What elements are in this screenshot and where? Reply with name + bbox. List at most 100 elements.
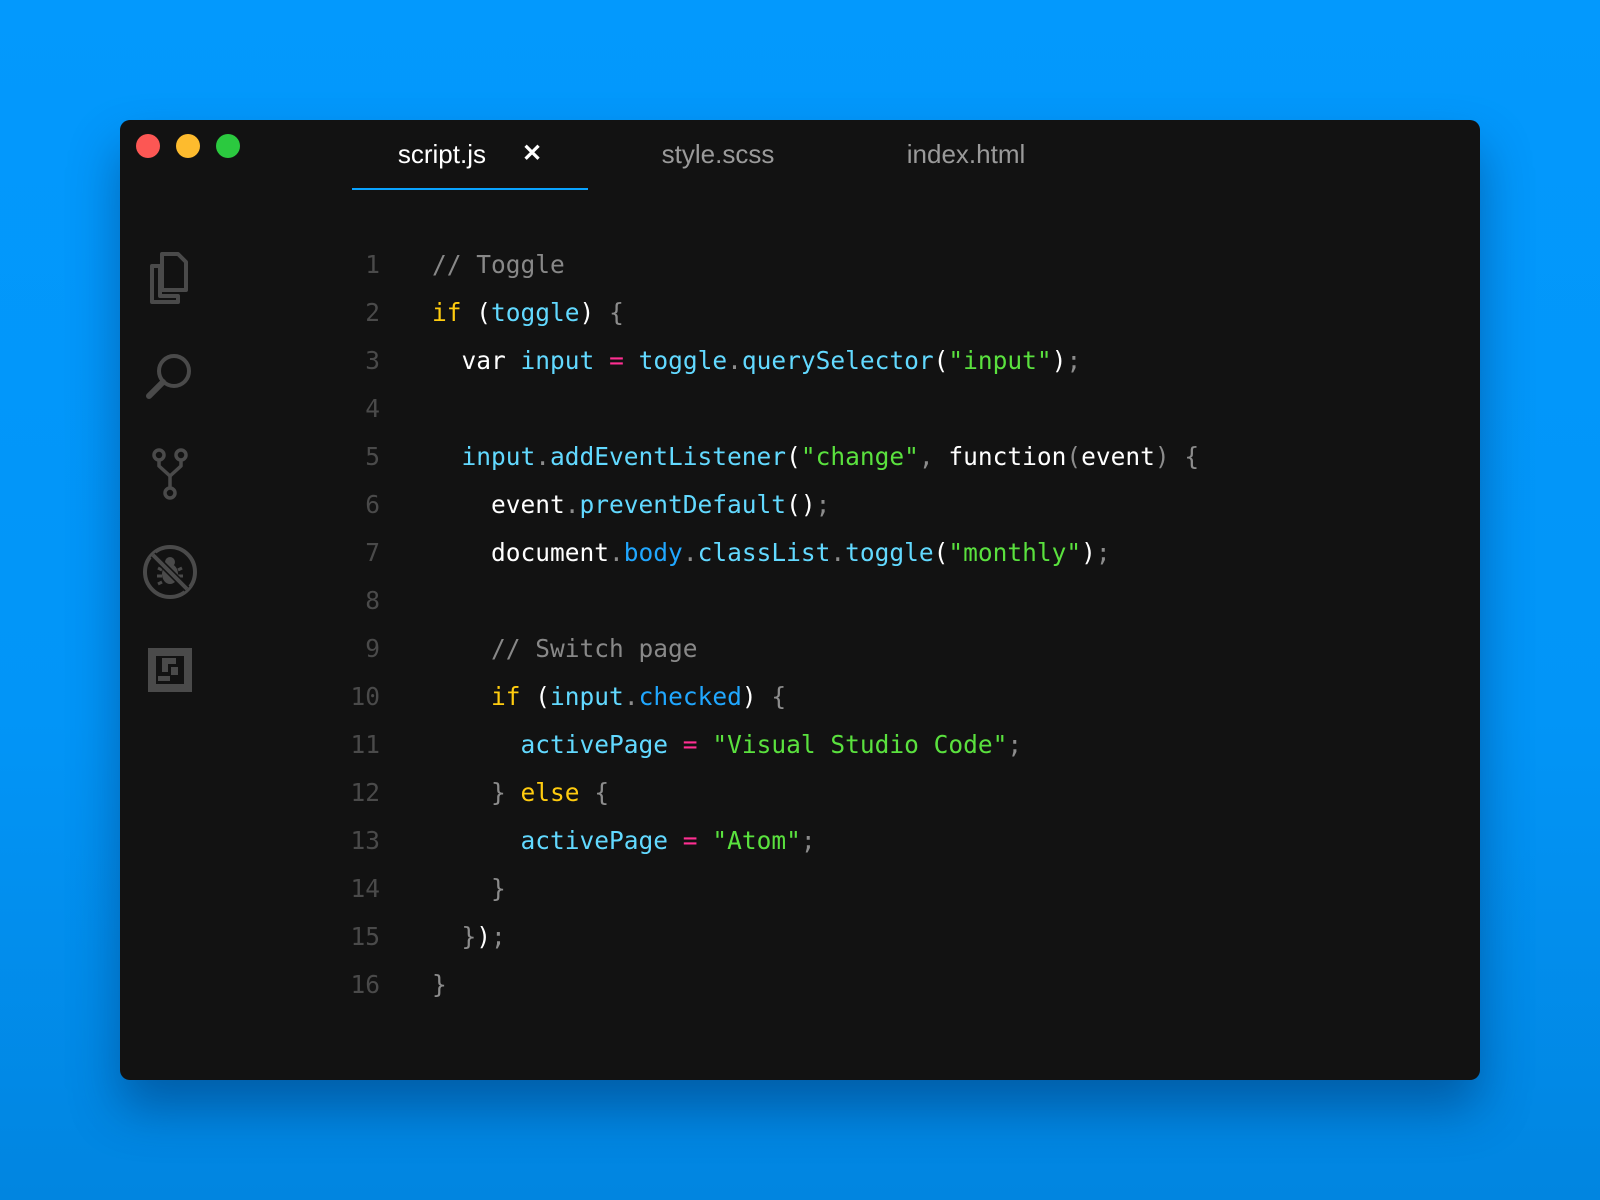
code-line[interactable]: 12 } else { — [340, 768, 1440, 816]
code-text: activePage = "Atom"; — [432, 826, 816, 855]
code-token: input — [520, 345, 595, 375]
code-token: if — [491, 681, 521, 711]
tab-style-scss[interactable]: style.scss — [588, 120, 848, 188]
code-text: event.preventDefault(); — [432, 490, 830, 519]
code-line[interactable]: 9 // Switch page — [340, 624, 1440, 672]
code-text: if (toggle) { — [432, 298, 624, 327]
code-text: document.body.classList.toggle("monthly"… — [432, 538, 1111, 567]
code-text: } else { — [432, 778, 609, 807]
code-token: ( — [461, 297, 492, 327]
code-token: ; — [800, 825, 816, 855]
line-number: 12 — [350, 777, 380, 807]
tab-label: script.js — [397, 138, 486, 169]
code-token: "change" — [800, 441, 919, 471]
code-text: } — [432, 970, 447, 999]
code-token: "monthly" — [948, 537, 1082, 567]
line-number: 11 — [350, 729, 380, 759]
code-line[interactable]: 13 activePage = "Atom"; — [340, 816, 1440, 864]
code-token: else — [520, 777, 580, 807]
code-token: . — [535, 441, 551, 471]
code-line[interactable]: 7 document.body.classList.toggle("monthl… — [340, 528, 1440, 576]
code-token: checked — [638, 681, 742, 711]
line-number: 8 — [365, 585, 380, 615]
code-line[interactable]: 4 — [340, 384, 1440, 432]
tab-script-js[interactable]: script.js ✕ — [352, 120, 588, 190]
code-token: "Atom" — [712, 825, 801, 855]
code-token: ( — [1066, 441, 1082, 471]
code-token: addEventListener — [550, 441, 787, 471]
code-line[interactable]: 6 event.preventDefault(); — [340, 480, 1440, 528]
line-number: 1 — [365, 249, 380, 279]
code-token: { — [594, 297, 624, 327]
minimize-window-button[interactable] — [176, 134, 200, 158]
debug-icon[interactable] — [140, 542, 200, 602]
line-number: 13 — [350, 825, 380, 855]
tab-index-html[interactable]: index.html — [848, 120, 1084, 188]
code-text: } — [432, 874, 506, 903]
code-token: ) — [1081, 537, 1096, 567]
code-token: ) — [1051, 345, 1067, 375]
code-token: ) — [1154, 441, 1170, 471]
code-token: } — [432, 969, 447, 999]
extensions-icon[interactable] — [140, 640, 200, 700]
code-token: toggle — [638, 345, 728, 375]
code-token: activePage — [520, 825, 669, 855]
line-number: 7 — [365, 537, 380, 567]
code-token: . — [682, 537, 698, 567]
code-line[interactable]: 11 activePage = "Visual Studio Code"; — [340, 720, 1440, 768]
close-window-button[interactable] — [136, 134, 160, 158]
code-token: classList — [697, 537, 831, 567]
close-tab-icon[interactable]: ✕ — [522, 142, 542, 166]
code-line[interactable]: 3 var input = toggle.querySelector("inpu… — [340, 336, 1440, 384]
line-number: 2 — [365, 297, 380, 327]
line-number: 10 — [350, 681, 380, 711]
code-token: } — [491, 873, 506, 903]
code-line[interactable]: 8 — [340, 576, 1440, 624]
code-token: . — [564, 489, 580, 519]
code-line[interactable]: 2 if (toggle) { — [340, 288, 1440, 336]
code-line[interactable]: 14 } — [340, 864, 1440, 912]
editor-window: script.js ✕ style.scss index.html 1 // T… — [120, 120, 1480, 1080]
code-token: } — [461, 921, 477, 951]
line-number: 6 — [365, 489, 380, 519]
code-token: event — [1081, 441, 1155, 471]
traffic-lights — [136, 134, 240, 158]
code-editor[interactable]: 1// Toggle 2 if (toggle) {3 var input = to… — [340, 240, 1440, 1008]
code-token: preventDefault — [579, 489, 787, 519]
line-number: 3 — [365, 345, 380, 375]
code-token: . — [609, 537, 624, 567]
code-token: ( — [786, 441, 801, 471]
code-line[interactable]: 10 if (input.checked) { — [340, 672, 1440, 720]
code-token: ( — [933, 537, 949, 567]
code-token: . — [727, 345, 742, 375]
code-line[interactable]: 15 }); — [340, 912, 1440, 960]
source-control-icon[interactable] — [140, 444, 200, 504]
files-icon[interactable] — [140, 248, 200, 308]
zoom-window-button[interactable] — [216, 134, 240, 158]
code-token: = — [682, 825, 698, 855]
code-token: . — [830, 537, 846, 567]
code-token: body — [623, 537, 683, 567]
line-number: 5 — [365, 441, 380, 471]
code-line[interactable]: 5 input.addEventListener("change", funct… — [340, 432, 1440, 480]
code-token: ; — [1066, 345, 1082, 375]
code-token: toggle — [845, 537, 934, 567]
code-token: ) — [741, 681, 757, 711]
code-line[interactable]: 1 // Toggle — [340, 240, 1440, 288]
search-icon[interactable] — [140, 346, 200, 406]
code-token: toggle — [491, 297, 580, 327]
code-line[interactable]: 16} — [340, 960, 1440, 1008]
